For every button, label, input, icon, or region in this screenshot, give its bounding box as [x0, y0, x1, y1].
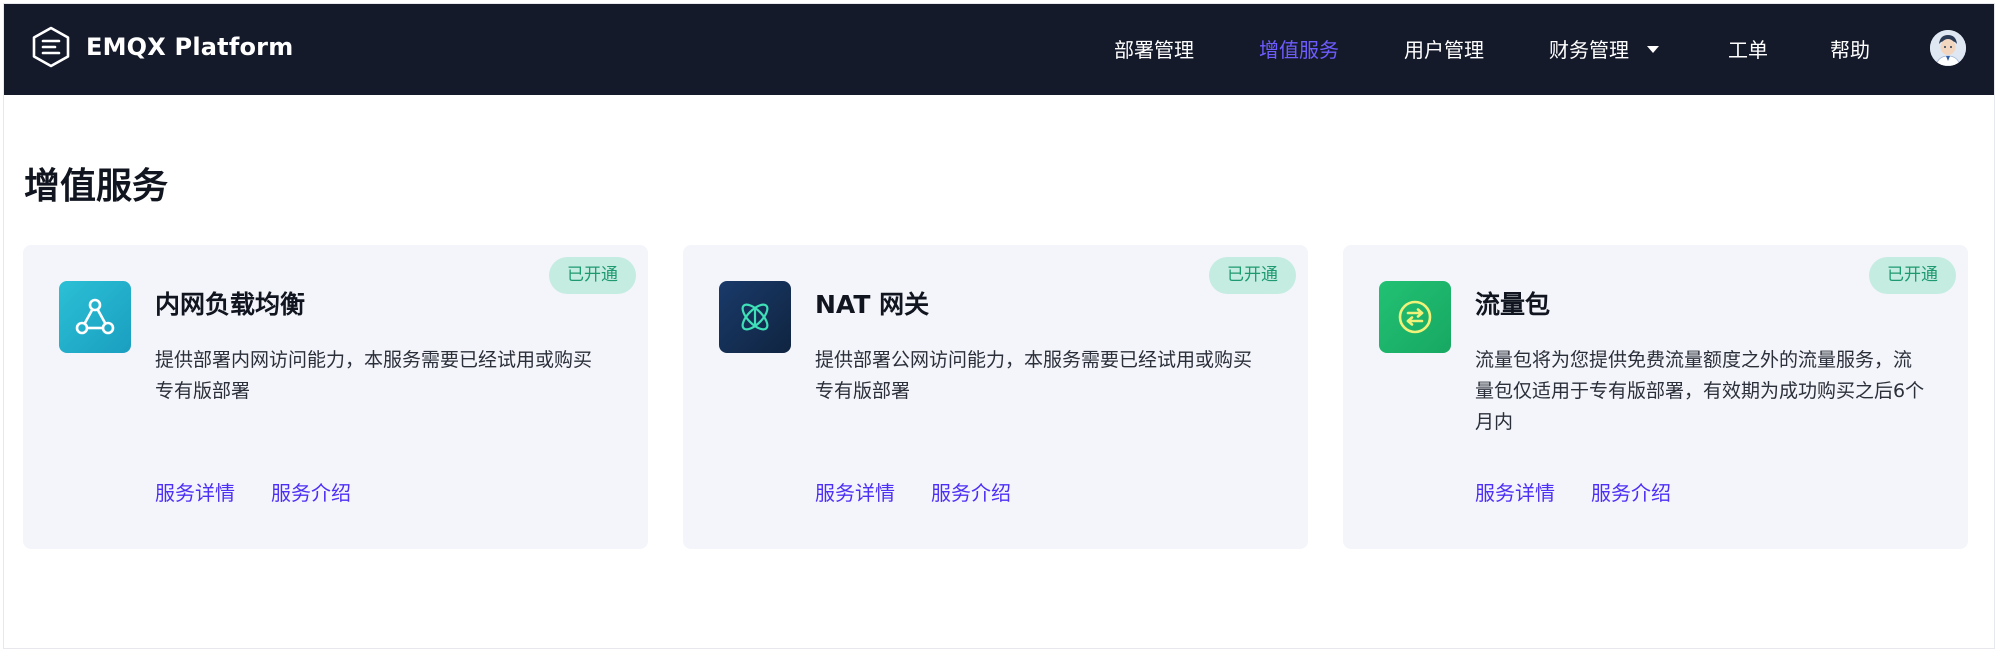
service-details-link[interactable]: 服务详情 — [1475, 481, 1555, 505]
status-badge: 已开通 — [1869, 257, 1956, 294]
service-card-internal-lb: 已开通 内网负载均衡 提供部署内网访问能力，本服务需要已经试用或购买专有版部署 … — [23, 245, 648, 549]
service-name: 内网负载均衡 — [155, 290, 306, 319]
user-avatar[interactable] — [1930, 30, 1966, 66]
load-balancer-icon — [59, 281, 131, 353]
service-card-nat-gateway: 已开通 NAT 网关 提供部署公网访问能力，本服务需要已经试用或购买专有版部署 … — [683, 245, 1308, 549]
service-description: 提供部署内网访问能力，本服务需要已经试用或购买专有版部署 — [155, 349, 593, 402]
service-links: 服务详情 服务介绍 — [155, 477, 351, 506]
service-description: 流量包将为您提供免费流量额度之外的流量服务，流量包仅适用于专有版部署，有效期为成… — [1475, 349, 1925, 433]
service-name: 流量包 — [1475, 290, 1551, 319]
service-intro-link[interactable]: 服务介绍 — [931, 481, 1011, 505]
avatar-icon — [1930, 30, 1966, 66]
service-description: 提供部署公网访问能力，本服务需要已经试用或购买专有版部署 — [815, 349, 1253, 402]
service-card-traffic-package: 已开通 流量包 流量包将为您提供免费流量额度之外的流量服务，流量包仅适用于专有版… — [1343, 245, 1968, 549]
nav-item-tickets[interactable]: 工单 — [1728, 34, 1768, 63]
nav-item-deployments[interactable]: 部署管理 — [1114, 34, 1194, 63]
main-nav: 部署管理 增值服务 用户管理 财务管理 工单 帮助 — [4, 4, 1994, 95]
service-links: 服务详情 服务介绍 — [1475, 477, 1671, 506]
nav-item-value-added-services[interactable]: 增值服务 — [1259, 34, 1339, 63]
status-badge: 已开通 — [1209, 257, 1296, 294]
service-details-link[interactable]: 服务详情 — [155, 481, 235, 505]
chevron-down-icon — [1647, 46, 1659, 53]
top-navbar: EMQX Platform 部署管理 增值服务 用户管理 财务管理 工单 帮助 — [4, 4, 1994, 95]
nav-item-users[interactable]: 用户管理 — [1404, 34, 1484, 63]
service-details-link[interactable]: 服务详情 — [815, 481, 895, 505]
service-intro-link[interactable]: 服务介绍 — [1591, 481, 1671, 505]
service-name: NAT 网关 — [815, 290, 930, 319]
status-badge: 已开通 — [549, 257, 636, 294]
nat-gateway-icon — [719, 281, 791, 353]
service-intro-link[interactable]: 服务介绍 — [271, 481, 351, 505]
app-window: EMQX Platform 部署管理 增值服务 用户管理 财务管理 工单 帮助 — [3, 3, 1995, 649]
page-title: 增值服务 — [24, 166, 169, 207]
nav-item-finance[interactable]: 财务管理 — [1549, 34, 1659, 63]
nav-item-help[interactable]: 帮助 — [1830, 34, 1870, 63]
nav-item-finance-label: 财务管理 — [1549, 38, 1629, 62]
service-card-list: 已开通 内网负载均衡 提供部署内网访问能力，本服务需要已经试用或购买专有版部署 … — [23, 245, 1973, 549]
service-links: 服务详情 服务介绍 — [815, 477, 1011, 506]
traffic-package-icon — [1379, 281, 1451, 353]
